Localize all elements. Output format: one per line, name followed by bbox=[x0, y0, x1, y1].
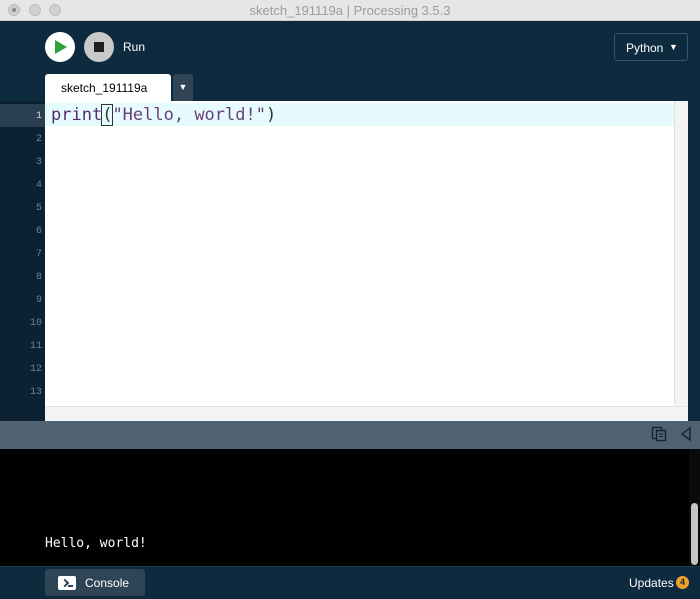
chevron-down-icon: ▼ bbox=[669, 42, 678, 52]
updates-link[interactable]: Updates bbox=[629, 576, 674, 590]
collapse-arrow-icon[interactable] bbox=[679, 425, 693, 443]
updates-count-badge: 4 bbox=[676, 576, 689, 589]
line-number: 7 bbox=[35, 249, 42, 260]
editor-horizontal-scrollbar[interactable] bbox=[45, 406, 688, 421]
line-number: 1 bbox=[35, 111, 42, 122]
tab-menu-button[interactable]: ▼ bbox=[173, 74, 193, 101]
line-number: 8 bbox=[35, 272, 42, 283]
line-number: 9 bbox=[35, 295, 42, 306]
code-paren-close: ) bbox=[265, 105, 277, 125]
editor-vertical-scrollbar[interactable] bbox=[674, 101, 688, 406]
processing-window: sketch_191119a | Processing 3.5.3 Run Py… bbox=[0, 0, 700, 599]
line-number: 4 bbox=[35, 180, 42, 191]
copy-icon[interactable] bbox=[651, 426, 667, 442]
console-scrollbar[interactable] bbox=[689, 449, 700, 566]
chevron-down-icon: ▼ bbox=[178, 82, 188, 92]
code-editor[interactable]: print("Hello, world!") bbox=[45, 101, 674, 406]
code-function: print bbox=[51, 105, 103, 125]
line-number: 3 bbox=[35, 157, 42, 168]
console-scroll-thumb[interactable] bbox=[691, 503, 698, 565]
window-title: sketch_191119a | Processing 3.5.3 bbox=[249, 3, 451, 18]
gutter-footer bbox=[0, 406, 45, 421]
run-label: Run bbox=[123, 40, 146, 54]
line-number: 13 bbox=[29, 387, 42, 398]
title-bar: sketch_191119a | Processing 3.5.3 bbox=[0, 0, 700, 21]
mode-selector[interactable]: Python ▼ bbox=[614, 33, 688, 61]
line-number: 2 bbox=[35, 134, 42, 145]
line-number: 6 bbox=[35, 226, 42, 237]
play-icon bbox=[55, 40, 67, 54]
line-number: 10 bbox=[29, 318, 42, 329]
code-paren-open: ( bbox=[101, 104, 114, 126]
console-text: Hello, world! bbox=[45, 536, 147, 551]
line-number: 11 bbox=[29, 341, 42, 352]
tab-sketch[interactable]: sketch_191119a bbox=[45, 74, 171, 101]
stop-icon bbox=[94, 42, 104, 52]
code-string: "Hello, world!" bbox=[112, 105, 266, 125]
stop-button[interactable] bbox=[84, 32, 114, 62]
console-icon bbox=[58, 576, 76, 590]
console-tab-label: Console bbox=[85, 576, 130, 590]
line-number: 12 bbox=[29, 364, 42, 375]
mode-label: Python bbox=[626, 41, 664, 55]
toolbar: Run Python ▼ bbox=[0, 21, 700, 74]
console-divider-bar[interactable] bbox=[0, 421, 700, 449]
footer-bar: Console Updates 4 bbox=[0, 566, 700, 599]
code-line: print("Hello, world!") bbox=[51, 104, 277, 126]
console-tab[interactable]: Console bbox=[45, 569, 145, 596]
console-output: Hello, world! bbox=[0, 449, 689, 566]
editor-right-edge bbox=[688, 101, 700, 421]
line-number: 5 bbox=[35, 203, 42, 214]
run-button[interactable] bbox=[45, 32, 75, 62]
tab-label: sketch_191119a bbox=[61, 81, 148, 95]
